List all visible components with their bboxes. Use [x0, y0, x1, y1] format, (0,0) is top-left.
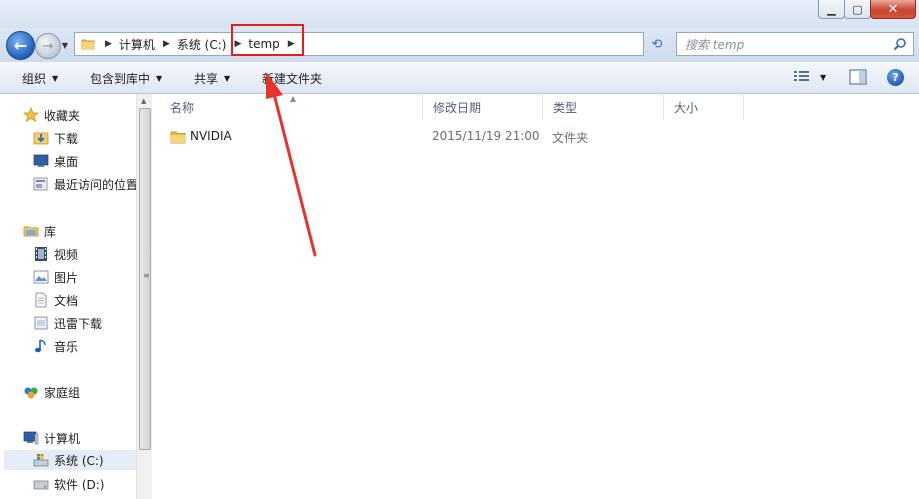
scroll-up-icon[interactable]: ▲ [141, 97, 146, 105]
navigation-pane: 收藏夹 下载 桌面 最近访问的位置 库 视频 图片 文档 迅雷下载 音乐 家庭组 [0, 94, 138, 499]
recent-pages-dropdown[interactable]: ▼ [60, 37, 70, 53]
system-drive-icon [33, 452, 49, 468]
share-button[interactable]: 共享 ▼ [194, 70, 230, 86]
sidebar-label: 最近访问的位置 [54, 177, 139, 192]
chevron-down-icon[interactable]: ▼ [820, 73, 826, 82]
breadcrumb-separator[interactable]: ▶ [288, 39, 295, 49]
share-label: 共享 [194, 71, 219, 86]
sidebar-label: 迅雷下载 [54, 316, 103, 331]
search-input[interactable]: 搜索 temp [676, 32, 914, 56]
video-icon [33, 246, 49, 262]
sidebar-item-libraries[interactable]: 库 [23, 221, 56, 241]
sidebar-label: 软件 (D:) [54, 477, 105, 492]
forward-button[interactable]: → [35, 33, 61, 59]
music-icon [33, 338, 49, 354]
command-bar: 组织 ▼ 包含到库中 ▼ 共享 ▼ 新建文件夹 ▼ ? [0, 62, 919, 94]
sidebar-item-desktop[interactable]: 桌面 [33, 151, 78, 171]
sidebar-label: 计算机 [44, 431, 81, 446]
help-button[interactable]: ? [887, 69, 904, 86]
close-button[interactable]: ✕ [870, 0, 916, 19]
sidebar-label: 系统 (C:) [54, 453, 104, 468]
folder-icon [81, 37, 97, 51]
file-date-modified: 2015/11/19 21:00 [432, 129, 540, 143]
sidebar-item-thunder-downloads[interactable]: 迅雷下载 [33, 313, 102, 333]
library-icon [23, 223, 39, 239]
sidebar-item-pictures[interactable]: 图片 [33, 267, 78, 287]
organize-label: 组织 [22, 71, 47, 86]
chevron-down-icon: ▼ [156, 73, 163, 83]
folder-icon [170, 129, 186, 148]
breadcrumb-computer[interactable]: 计算机 [119, 36, 155, 53]
sidebar-item-videos[interactable]: 视频 [33, 244, 78, 264]
sidebar-label: 下载 [54, 131, 79, 146]
computer-icon [23, 430, 39, 446]
file-type: 文件夹 [552, 131, 589, 145]
recent-places-icon [33, 176, 49, 192]
navigation-pane-scrollbar[interactable]: ▲ ≡ [136, 94, 152, 499]
column-header-size[interactable]: 大小 [664, 94, 744, 120]
file-list: ▲ 名称 修改日期 类型 大小 NVIDIA 2015/11/19 21:00 … [152, 94, 919, 499]
sidebar-label: 音乐 [54, 339, 79, 354]
star-icon [23, 107, 39, 123]
breadcrumb-system-c[interactable]: 系统 (C:) [177, 36, 227, 53]
breadcrumb-separator[interactable]: ▶ [105, 39, 112, 49]
download-library-icon [33, 315, 49, 331]
desktop-icon [33, 153, 49, 169]
sidebar-item-recent-places[interactable]: 最近访问的位置 [33, 174, 138, 194]
navigation-bar: ← → ▼ ▶ 计算机 ▶ 系统 (C:) ▶ temp ▶ ▼ ⟲ 搜索 te… [0, 28, 919, 62]
picture-icon [33, 269, 49, 285]
include-in-library-label: 包含到库中 [90, 71, 151, 86]
title-bar: ▁ ▢ ✕ [0, 0, 919, 28]
sidebar-item-computer[interactable]: 计算机 [23, 428, 80, 448]
preview-pane-button[interactable] [849, 69, 867, 85]
sidebar-label: 文档 [54, 293, 79, 308]
column-header-type[interactable]: 类型 [543, 94, 664, 120]
new-folder-button[interactable]: 新建文件夹 [262, 70, 322, 86]
sidebar-label: 库 [44, 224, 57, 239]
sidebar-label: 图片 [54, 270, 79, 285]
chevron-down-icon: ▼ [224, 73, 231, 83]
search-placeholder: 搜索 temp [685, 37, 745, 52]
sidebar-item-software-d[interactable]: 软件 (D:) [33, 474, 104, 494]
minimize-button[interactable]: ▁ [818, 0, 845, 19]
column-header-date-modified[interactable]: 修改日期 [423, 94, 543, 120]
include-in-library-button[interactable]: 包含到库中 ▼ [90, 70, 162, 86]
new-folder-label: 新建文件夹 [262, 71, 323, 86]
download-folder-icon [33, 130, 49, 146]
scrollbar-thumb[interactable]: ≡ [139, 108, 151, 450]
sidebar-item-favorites[interactable]: 收藏夹 [23, 105, 80, 125]
sidebar-label: 家庭组 [44, 385, 81, 400]
breadcrumb-temp[interactable]: temp [248, 37, 279, 51]
refresh-button[interactable]: ⟲ [647, 34, 667, 54]
drive-icon [33, 476, 49, 492]
document-icon [33, 292, 49, 308]
change-view-button[interactable]: ▼ [794, 68, 826, 86]
organize-button[interactable]: 组织 ▼ [22, 70, 58, 86]
homegroup-icon [23, 384, 39, 400]
breadcrumb-separator[interactable]: ▶ [163, 39, 170, 49]
file-row[interactable]: NVIDIA 2015/11/19 21:00 文件夹 [160, 126, 750, 148]
sidebar-item-homegroup[interactable]: 家庭组 [23, 382, 80, 402]
maximize-button[interactable]: ▢ [844, 0, 871, 19]
sidebar-item-documents[interactable]: 文档 [33, 290, 78, 310]
sidebar-item-system-c[interactable]: 系统 (C:) [4, 450, 136, 470]
breadcrumb-separator[interactable]: ▶ [234, 39, 241, 49]
column-header-name[interactable]: 名称 [160, 94, 423, 120]
search-icon[interactable] [891, 35, 909, 53]
sidebar-item-downloads[interactable]: 下载 [33, 128, 78, 148]
view-icon [794, 70, 810, 85]
file-name[interactable]: NVIDIA [190, 129, 232, 143]
sidebar-label: 视频 [54, 247, 79, 262]
address-bar[interactable]: ▶ 计算机 ▶ 系统 (C:) ▶ temp ▶ ▼ [74, 32, 712, 56]
sidebar-label: 收藏夹 [44, 108, 81, 123]
grip-icon: ≡ [143, 271, 150, 280]
sidebar-label: 桌面 [54, 154, 79, 169]
sidebar-item-music[interactable]: 音乐 [33, 336, 78, 356]
chevron-down-icon: ▼ [52, 73, 59, 83]
back-button[interactable]: ← [6, 31, 35, 60]
